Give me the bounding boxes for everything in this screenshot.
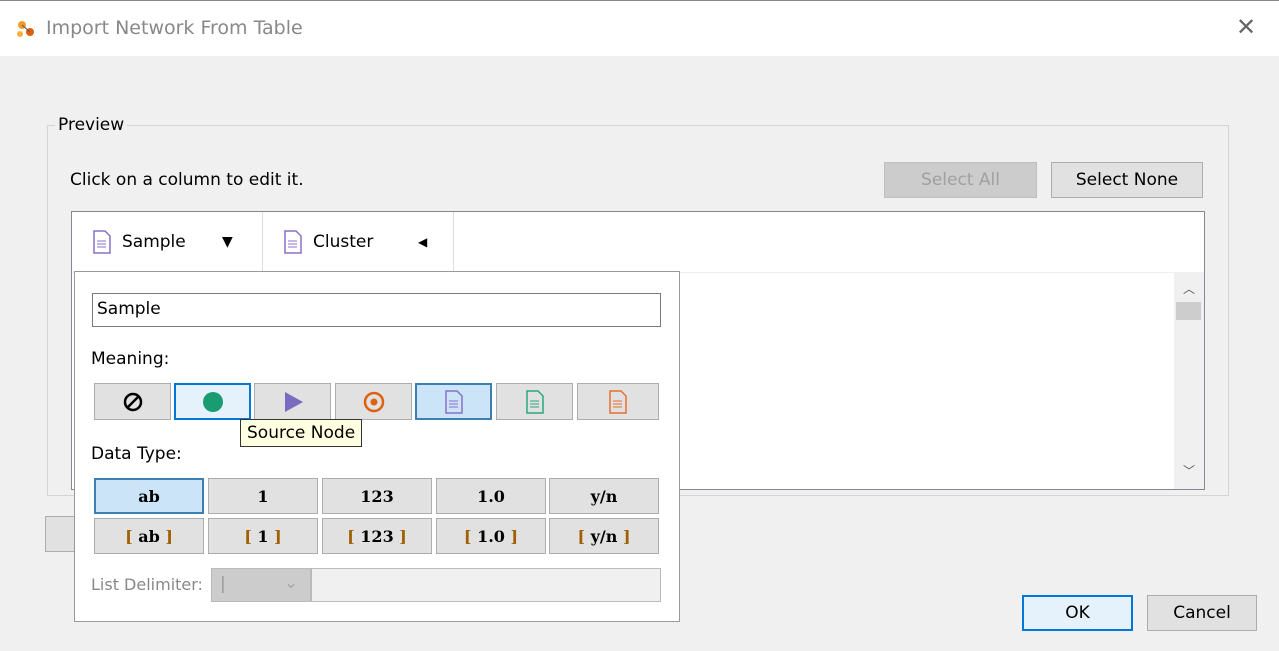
list-delimiter-label: List Delimiter: — [91, 575, 203, 594]
meaning-not-imported-button[interactable] — [94, 383, 171, 420]
select-all-button[interactable]: Select All — [884, 162, 1037, 198]
preview-legend: Preview — [55, 115, 128, 135]
chevron-left-icon[interactable]: ◀ — [418, 235, 427, 249]
type-string-list-button[interactable]: [ ab ] — [94, 518, 204, 554]
edge-attribute-icon — [444, 389, 463, 414]
meaning-target-node-attribute-button[interactable] — [577, 383, 659, 420]
type-long-list-button[interactable]: [ 123 ] — [322, 518, 432, 554]
app-icon — [17, 21, 34, 37]
type-string-button[interactable]: ab — [94, 478, 204, 514]
scroll-down-icon[interactable]: ﹀ — [1183, 462, 1195, 479]
chevron-down-icon[interactable]: ▼ — [222, 234, 233, 250]
source-node-icon — [202, 391, 223, 412]
edge-attribute-icon — [93, 230, 111, 254]
select-none-button[interactable]: Select None — [1051, 162, 1203, 198]
target-node-icon — [363, 391, 384, 412]
list-delimiter-other-input[interactable] — [311, 568, 661, 602]
type-long-button[interactable]: 123 — [322, 478, 432, 514]
meaning-target-node-button[interactable] — [335, 383, 412, 420]
scroll-thumb[interactable] — [1176, 302, 1201, 320]
scroll-up-icon[interactable]: ︿ — [1183, 280, 1195, 297]
data-type-label: Data Type: — [91, 444, 182, 464]
meaning-source-node-attribute-button[interactable] — [496, 383, 573, 420]
chevron-down-icon: ⌄ — [284, 573, 299, 593]
cancel-button[interactable]: Cancel — [1147, 595, 1257, 631]
meaning-label: Meaning: — [91, 349, 170, 369]
ok-button[interactable]: OK — [1022, 595, 1133, 631]
meaning-interaction-button[interactable] — [254, 383, 331, 420]
close-button[interactable]: ✕ — [1236, 13, 1256, 41]
meaning-edge-attribute-button[interactable] — [415, 383, 492, 420]
column-header-cluster[interactable]: Cluster ◀ — [263, 212, 454, 272]
interaction-icon — [284, 391, 303, 412]
edge-attribute-icon — [284, 230, 302, 254]
column-header-sample[interactable]: Sample ▼ — [72, 212, 263, 272]
column-name-input[interactable]: Sample — [92, 293, 661, 327]
vertical-scrollbar[interactable]: ︿ ﹀ — [1174, 272, 1204, 489]
type-integer-list-button[interactable]: [ 1 ] — [208, 518, 318, 554]
list-delimiter-select[interactable]: | ⌄ — [211, 568, 311, 602]
column-name: Sample — [122, 232, 186, 252]
title-bar: Import Network From Table ✕ — [0, 0, 1279, 56]
meaning-source-node-button[interactable] — [174, 383, 251, 420]
column-name: Cluster — [313, 232, 374, 252]
window-title: Import Network From Table — [46, 17, 303, 39]
type-integer-button[interactable]: 1 — [208, 478, 318, 514]
source-node-attribute-icon — [525, 389, 544, 414]
target-node-attribute-icon — [609, 389, 627, 414]
not-imported-icon — [123, 392, 142, 411]
type-double-list-button[interactable]: [ 1.0 ] — [436, 518, 546, 554]
tooltip: Source Node — [240, 419, 363, 447]
type-double-button[interactable]: 1.0 — [436, 478, 546, 514]
hint-text: Click on a column to edit it. — [70, 170, 304, 190]
type-boolean-button[interactable]: y/n — [549, 478, 659, 514]
type-boolean-list-button[interactable]: [ y/n ] — [549, 518, 659, 554]
